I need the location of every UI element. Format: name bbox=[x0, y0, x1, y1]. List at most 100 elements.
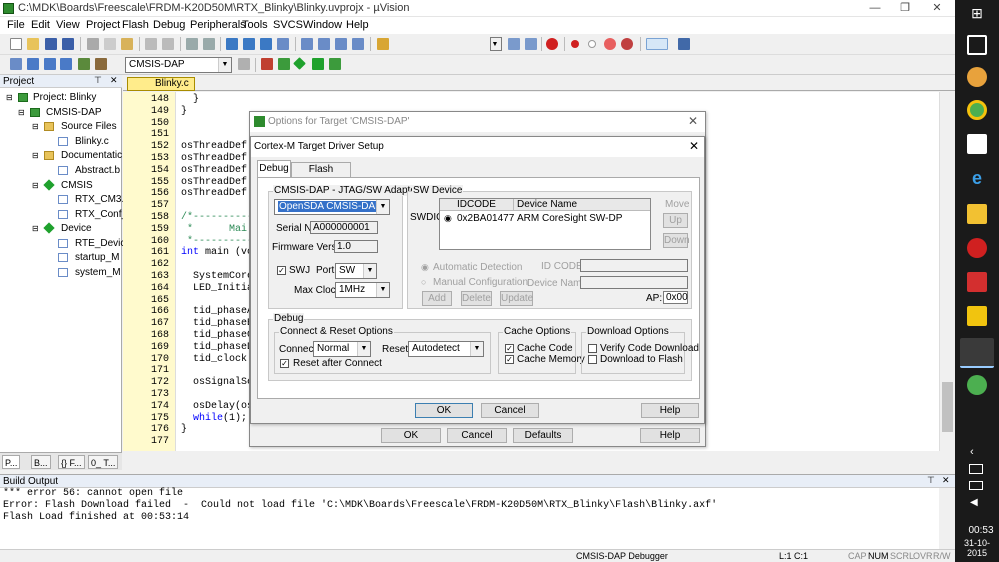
menu-debug[interactable]: Debug bbox=[153, 19, 185, 31]
windows-start-icon[interactable]: ⊞ bbox=[967, 5, 987, 25]
clock-date[interactable]: 31-10-2015 bbox=[955, 538, 999, 558]
pack-installer-icon[interactable] bbox=[293, 57, 306, 70]
task-view-icon[interactable] bbox=[967, 35, 987, 55]
close-icon[interactable]: ✕ bbox=[688, 114, 698, 128]
save-all-icon[interactable] bbox=[62, 38, 74, 50]
batch-build-icon[interactable] bbox=[60, 58, 72, 70]
sw-device-table[interactable]: IDCODE Device Name ◉ 0x2BA01477 ARM Core… bbox=[439, 198, 651, 250]
close-icon[interactable]: ✕ bbox=[689, 139, 699, 153]
verify-download-checkbox[interactable] bbox=[588, 344, 597, 353]
manage-rte-icon[interactable] bbox=[278, 58, 290, 70]
adapter-select[interactable]: OpenSDA CMSIS-DAP ▼ bbox=[274, 199, 390, 215]
menu-flash[interactable]: Flash bbox=[122, 19, 149, 31]
target-select[interactable]: CMSIS-DAP ▼ bbox=[125, 57, 232, 73]
close-panel-icon[interactable]: ✕ bbox=[942, 475, 950, 486]
network-icon[interactable] bbox=[969, 464, 983, 474]
configure-icon[interactable] bbox=[678, 38, 690, 50]
editor-vertical-scrollbar[interactable] bbox=[939, 92, 955, 451]
close-button[interactable]: ✕ bbox=[922, 1, 952, 15]
options-ok-button[interactable]: OK bbox=[381, 428, 441, 443]
breakpoint-icon[interactable] bbox=[571, 40, 579, 48]
prev-bookmark-icon[interactable] bbox=[243, 38, 255, 50]
driver-help-button[interactable]: Help bbox=[641, 403, 699, 418]
port-select[interactable]: SW ▼ bbox=[335, 263, 377, 279]
redo-icon[interactable] bbox=[162, 38, 174, 50]
radio-icon[interactable]: ◉ bbox=[421, 262, 429, 273]
new-file-icon[interactable] bbox=[10, 38, 22, 50]
menu-peripherals[interactable]: Peripherals bbox=[190, 19, 246, 31]
close-panel-icon[interactable]: ✕ bbox=[110, 75, 118, 86]
scrollbar-thumb[interactable] bbox=[942, 382, 953, 432]
app-icon[interactable] bbox=[967, 306, 987, 326]
tab-functions[interactable]: {} F... bbox=[58, 455, 85, 469]
cache-memory-checkbox[interactable]: ✓ bbox=[505, 355, 514, 364]
minimize-button[interactable]: — bbox=[860, 1, 890, 15]
tab-flash-download[interactable]: Flash Download bbox=[291, 162, 351, 188]
nav-back-icon[interactable] bbox=[186, 38, 198, 50]
pin-icon[interactable]: ⊤ bbox=[927, 475, 935, 486]
table-row[interactable]: ◉ 0x2BA01477 ARM CoreSight SW-DP bbox=[440, 212, 650, 225]
comment-icon[interactable] bbox=[335, 38, 347, 50]
download-to-flash-checkbox[interactable] bbox=[588, 355, 597, 364]
open-folder-icon[interactable] bbox=[27, 38, 39, 50]
edge-icon[interactable]: e bbox=[967, 168, 987, 188]
rebuild-icon[interactable] bbox=[44, 58, 56, 70]
window-layout-icon[interactable] bbox=[646, 38, 668, 50]
update-button[interactable]: Update bbox=[500, 291, 533, 306]
add-button[interactable]: Add bbox=[422, 291, 452, 306]
device-name-field[interactable] bbox=[580, 276, 688, 289]
connect-select[interactable]: Normal ▼ bbox=[313, 341, 371, 357]
driver-cancel-button[interactable]: Cancel bbox=[481, 403, 539, 418]
copy-icon[interactable] bbox=[104, 38, 116, 50]
menu-edit[interactable]: Edit bbox=[31, 19, 50, 31]
indent-icon[interactable] bbox=[301, 38, 313, 50]
pin-icon[interactable]: ⊤ bbox=[94, 75, 102, 86]
cut-icon[interactable] bbox=[87, 38, 99, 50]
store-icon[interactable] bbox=[967, 134, 987, 154]
tab-templates[interactable]: 0_ T... bbox=[88, 455, 119, 469]
find-icon[interactable] bbox=[508, 38, 520, 50]
uncomment-icon[interactable] bbox=[352, 38, 364, 50]
menu-svcs[interactable]: SVCS bbox=[273, 19, 303, 31]
kill-all-breakpoints-icon[interactable] bbox=[621, 38, 633, 50]
clear-bookmarks-icon[interactable] bbox=[277, 38, 289, 50]
driver-ok-button[interactable]: OK bbox=[415, 403, 473, 418]
volume-icon[interactable]: ◀ bbox=[970, 497, 978, 508]
menu-window[interactable]: Window bbox=[303, 19, 342, 31]
uvision-taskbar-icon[interactable] bbox=[960, 338, 994, 368]
download-icon[interactable] bbox=[78, 58, 90, 70]
start-debug-icon[interactable] bbox=[546, 38, 558, 50]
chrome-icon[interactable] bbox=[967, 100, 987, 120]
stop-build-icon[interactable] bbox=[95, 58, 107, 70]
cache-code-checkbox[interactable]: ✓ bbox=[505, 344, 514, 353]
menu-tools[interactable]: Tools bbox=[242, 19, 268, 31]
next-bookmark-icon[interactable] bbox=[260, 38, 272, 50]
find-in-files-icon[interactable] bbox=[377, 38, 389, 50]
clock-time[interactable]: 00:53 bbox=[963, 525, 999, 536]
maximize-button[interactable]: ❐ bbox=[890, 1, 920, 15]
app-icon[interactable] bbox=[967, 238, 987, 258]
options-help-button[interactable]: Help bbox=[640, 428, 700, 443]
menu-file[interactable]: File bbox=[7, 19, 25, 31]
search-app-icon[interactable] bbox=[967, 67, 987, 87]
reset-select[interactable]: Autodetect ▼ bbox=[408, 341, 484, 357]
disable-all-breakpoints-icon[interactable] bbox=[604, 38, 616, 50]
tab-debug[interactable]: Debug bbox=[257, 160, 291, 177]
id-code-field[interactable] bbox=[580, 259, 688, 272]
save-icon[interactable] bbox=[45, 38, 57, 50]
max-clock-select[interactable]: 1MHz ▼ bbox=[335, 282, 390, 298]
acrobat-icon[interactable] bbox=[967, 272, 987, 292]
incremental-find-icon[interactable] bbox=[525, 38, 537, 50]
swj-checkbox[interactable]: ✓ bbox=[277, 266, 286, 275]
options-defaults-button[interactable]: Defaults bbox=[513, 428, 573, 443]
battery-icon[interactable] bbox=[969, 481, 983, 490]
unindent-icon[interactable] bbox=[318, 38, 330, 50]
build-output[interactable]: *** error 56: cannot open file Error: Fl… bbox=[0, 488, 939, 550]
build-icon[interactable] bbox=[27, 58, 39, 70]
undo-icon[interactable] bbox=[145, 38, 157, 50]
ap-field[interactable]: 0x00 bbox=[663, 291, 688, 304]
firmware-version-field[interactable]: 1.0 bbox=[334, 240, 378, 253]
options-cancel-button[interactable]: Cancel bbox=[447, 428, 507, 443]
find-dropdown[interactable]: ▼ bbox=[490, 37, 502, 51]
select-packs-icon[interactable] bbox=[312, 58, 324, 70]
